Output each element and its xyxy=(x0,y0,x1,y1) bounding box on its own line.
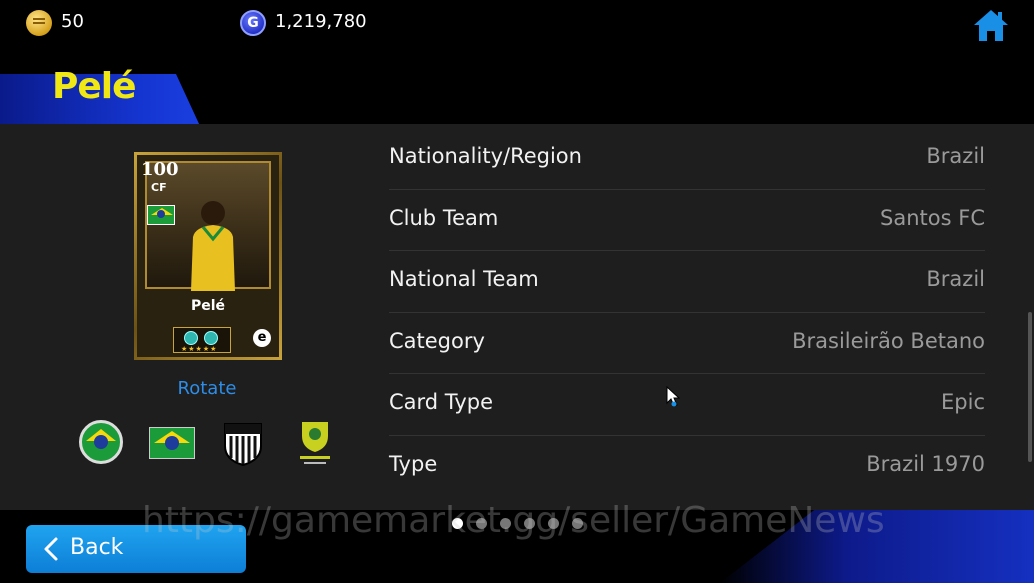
chevron-left-icon xyxy=(44,537,58,561)
player-card-face: 100 CF Pelé ★★★★★ e xyxy=(137,155,279,357)
detail-value: Brasileirão Betano xyxy=(792,328,985,353)
detail-value: Brazil 1970 xyxy=(866,451,985,476)
santos-crest-icon xyxy=(224,423,262,466)
coins-amount: 50 xyxy=(61,11,84,32)
skill-badge-icon xyxy=(204,331,218,345)
player-card[interactable]: 100 CF Pelé ★★★★★ e xyxy=(134,152,282,360)
ecoin-icon xyxy=(26,10,52,36)
skill-badge-icon xyxy=(184,331,198,345)
detail-label: Nationality/Region xyxy=(389,144,582,168)
detail-label: Card Type xyxy=(389,390,494,414)
detail-value: Brazil xyxy=(926,267,985,291)
details-scrollbar[interactable] xyxy=(1028,312,1032,462)
detail-value: Santos FC xyxy=(880,205,985,230)
detail-row-national-team: National Team Brazil xyxy=(389,251,985,313)
home-icon[interactable] xyxy=(972,8,1010,44)
detail-row-card-type: Card Type Epic xyxy=(389,374,985,436)
efootball-logo-icon: e xyxy=(253,329,271,347)
card-flag-icon xyxy=(147,205,175,225)
brazil-flag-icon xyxy=(149,427,195,459)
gp-icon: G xyxy=(240,10,266,36)
player-silhouette xyxy=(191,201,235,291)
detail-label: Type xyxy=(389,451,438,476)
card-stars: ★★★★★ xyxy=(181,345,218,353)
rotate-button[interactable]: Rotate xyxy=(140,378,274,399)
detail-label: Club Team xyxy=(389,205,499,230)
player-details-list: Nationality/Region Brazil Club Team Sant… xyxy=(389,128,985,497)
detail-label: National Team xyxy=(389,267,539,291)
brazil-round-flag-icon xyxy=(79,420,123,464)
card-rating: 100 xyxy=(141,159,179,180)
back-label: Back xyxy=(70,535,124,560)
gp-amount: 1,219,780 xyxy=(275,11,367,32)
detail-row-category: Category Brasileirão Betano xyxy=(389,313,985,374)
detail-value: Brazil xyxy=(926,144,985,168)
mouse-cursor-icon xyxy=(666,386,680,407)
detail-value: Epic xyxy=(941,390,985,414)
card-position: CF xyxy=(151,181,167,194)
detail-label: Category xyxy=(389,328,485,353)
top-bar: 50 G 1,219,780 xyxy=(0,0,1034,50)
detail-row-club-team: Club Team Santos FC xyxy=(389,190,985,251)
card-player-name: Pelé xyxy=(190,298,226,314)
watermark-text: https://gamemarket.gg/seller/GameNews xyxy=(142,500,885,541)
brasileirao-logo-icon xyxy=(300,422,330,464)
page-title: Pelé xyxy=(52,66,137,107)
detail-row-nationality: Nationality/Region Brazil xyxy=(389,128,985,190)
detail-row-type: Type Brazil 1970 xyxy=(389,436,985,498)
